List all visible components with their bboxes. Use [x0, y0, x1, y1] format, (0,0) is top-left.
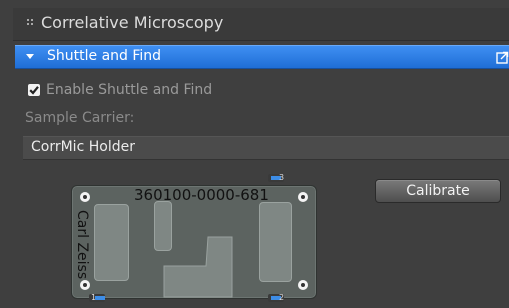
panel-title: Correlative Microscopy — [41, 13, 224, 32]
holder-screw-hole — [80, 192, 90, 202]
panel-header[interactable]: Correlative Microscopy — [13, 8, 509, 41]
enable-shuttle-checkbox[interactable] — [28, 84, 40, 96]
sample-window-left[interactable] — [94, 204, 129, 281]
position-marker-2[interactable]: 2 — [268, 293, 284, 302]
triangle-down-icon[interactable] — [26, 54, 34, 59]
position-marker-1[interactable]: 1 — [89, 293, 105, 302]
sample-carrier-value: CorrMic Holder — [31, 139, 135, 155]
holder-vendor-text: Carl Zeiss — [74, 210, 90, 280]
sample-carrier-select[interactable]: CorrMic Holder — [23, 136, 509, 160]
section-title: Shuttle and Find — [47, 48, 162, 64]
holder-screw-hole — [298, 280, 308, 290]
position-marker-3[interactable]: 3 — [268, 173, 284, 182]
sample-holder-diagram[interactable]: 360100-0000-681 Carl Zeiss — [71, 185, 317, 299]
holder-screw-hole — [80, 280, 90, 290]
checkmark-icon — [29, 86, 39, 95]
sample-window-right[interactable] — [259, 202, 292, 282]
popout-window-icon[interactable] — [496, 49, 509, 64]
sample-carrier-label: Sample Carrier: — [25, 110, 135, 126]
enable-shuttle-label[interactable]: Enable Shuttle and Find — [46, 82, 212, 98]
sample-window-bottom[interactable] — [163, 236, 233, 298]
section-header-shuttle-and-find[interactable]: Shuttle and Find — [15, 45, 509, 69]
holder-screw-hole — [298, 192, 308, 202]
calibrate-button[interactable]: Calibrate — [375, 179, 501, 203]
grip-dots-icon[interactable] — [27, 19, 35, 29]
